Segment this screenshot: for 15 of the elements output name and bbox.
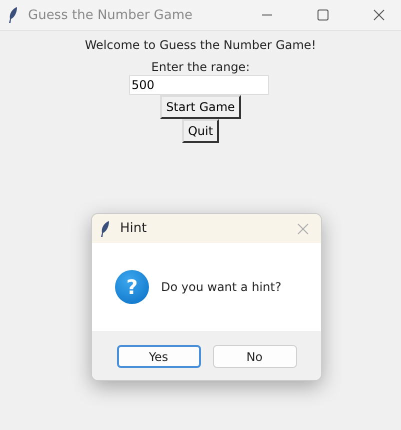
dialog-message: Do you want a hint? [161,280,282,294]
question-icon: ? [115,270,149,304]
range-field[interactable]: 500 [128,75,268,95]
game-button[interactable]: Quit [182,119,220,143]
feather-icon [100,220,110,238]
welcome-text: Welcome to Guess the Number Game! [84,37,316,53]
range-label: Enter the range: [151,59,250,75]
game-button[interactable]: Start Game [160,95,241,119]
dialog-button[interactable]: No [212,345,296,368]
dialog-title: Hint [120,221,148,236]
dialog-button[interactable]: Yes [116,345,200,368]
close-icon[interactable] [373,9,385,21]
feather-icon [8,6,18,24]
maximize-icon[interactable] [317,9,329,21]
window-title: Guess the Number Game [28,8,194,22]
